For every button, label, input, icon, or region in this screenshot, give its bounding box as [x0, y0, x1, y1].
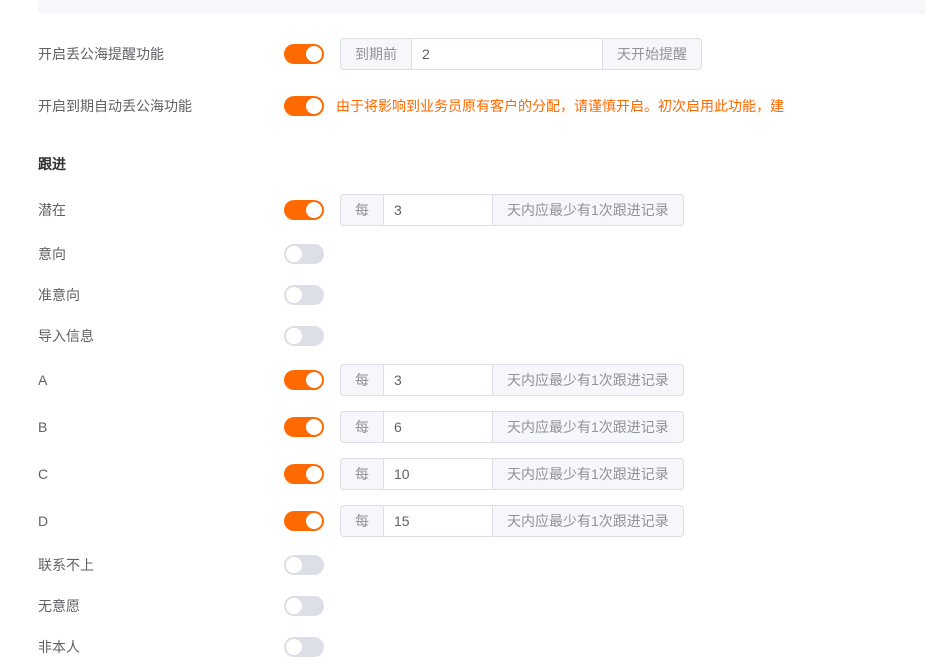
followup-row-label: 准意向 — [38, 285, 284, 305]
followup-row: 导入信息 — [38, 317, 926, 355]
background-panel-fragment — [38, 0, 926, 14]
followup-row-switch[interactable] — [284, 637, 324, 657]
followup-days-input[interactable] — [383, 194, 493, 226]
reminder-input-group: 到期前 天开始提醒 — [340, 38, 702, 70]
followup-input-suffix: 天内应最少有1次跟进记录 — [493, 505, 684, 537]
autodrop-switch[interactable] — [284, 96, 324, 116]
followup-row: D 每 天内应最少有1次跟进记录 — [38, 499, 926, 543]
followup-row-label: A — [38, 372, 284, 388]
followup-row-switch[interactable] — [284, 285, 324, 305]
followup-row: C 每 天内应最少有1次跟进记录 — [38, 452, 926, 496]
followup-row: 联系不上 — [38, 546, 926, 584]
followup-row: B 每 天内应最少有1次跟进记录 — [38, 405, 926, 449]
followup-input-prefix: 每 — [340, 505, 383, 537]
reminder-switch[interactable] — [284, 44, 324, 64]
followup-row-switch[interactable] — [284, 464, 324, 484]
followup-input-group: 每 天内应最少有1次跟进记录 — [340, 194, 684, 226]
followup-input-group: 每 天内应最少有1次跟进记录 — [340, 505, 684, 537]
followup-days-input[interactable] — [383, 505, 493, 537]
followup-input-prefix: 每 — [340, 458, 383, 490]
followup-row-switch[interactable] — [284, 417, 324, 437]
followup-input-suffix: 天内应最少有1次跟进记录 — [493, 364, 684, 396]
followup-row-label: 联系不上 — [38, 555, 284, 575]
followup-days-input[interactable] — [383, 364, 493, 396]
followup-input-prefix: 每 — [340, 194, 383, 226]
followup-input-suffix: 天内应最少有1次跟进记录 — [493, 194, 684, 226]
reminder-row: 开启丢公海提醒功能 到期前 天开始提醒 — [38, 34, 926, 74]
followup-row-switch[interactable] — [284, 596, 324, 616]
followup-row-switch[interactable] — [284, 200, 324, 220]
followup-row: 非本人 — [38, 628, 926, 666]
followup-input-suffix: 天内应最少有1次跟进记录 — [493, 458, 684, 490]
followup-section-title: 跟进 — [38, 154, 926, 174]
reminder-prefix: 到期前 — [340, 38, 411, 70]
followup-input-prefix: 每 — [340, 411, 383, 443]
followup-input-suffix: 天内应最少有1次跟进记录 — [493, 411, 684, 443]
followup-days-input[interactable] — [383, 458, 493, 490]
followup-input-group: 每 天内应最少有1次跟进记录 — [340, 411, 684, 443]
followup-row-label: 无意愿 — [38, 596, 284, 616]
followup-row-switch[interactable] — [284, 511, 324, 531]
followup-input-prefix: 每 — [340, 364, 383, 396]
followup-list: 潜在每天内应最少有1次跟进记录意向准意向导入信息A每天内应最少有1次跟进记录B每… — [38, 188, 926, 666]
followup-row-label: B — [38, 419, 284, 435]
followup-row: A 每 天内应最少有1次跟进记录 — [38, 358, 926, 402]
followup-row-label: 意向 — [38, 244, 284, 264]
reminder-days-input[interactable] — [411, 38, 603, 70]
autodrop-warning: 由于将影响到业务员原有客户的分配，请谨慎开启。初次启用此功能，建 — [336, 96, 784, 116]
reminder-label: 开启丢公海提醒功能 — [38, 44, 284, 64]
followup-row-switch[interactable] — [284, 326, 324, 346]
followup-row-switch[interactable] — [284, 555, 324, 575]
followup-row-switch[interactable] — [284, 370, 324, 390]
followup-row: 准意向 — [38, 276, 926, 314]
followup-input-group: 每 天内应最少有1次跟进记录 — [340, 458, 684, 490]
followup-row-label: 潜在 — [38, 200, 284, 220]
followup-row: 无意愿 — [38, 587, 926, 625]
followup-row-label: 导入信息 — [38, 326, 284, 346]
followup-row: 意向 — [38, 235, 926, 273]
autodrop-label: 开启到期自动丢公海功能 — [38, 96, 284, 116]
followup-row-label: C — [38, 466, 284, 482]
followup-row: 潜在 每 天内应最少有1次跟进记录 — [38, 188, 926, 232]
followup-row-switch[interactable] — [284, 244, 324, 264]
followup-input-group: 每 天内应最少有1次跟进记录 — [340, 364, 684, 396]
reminder-suffix: 天开始提醒 — [603, 38, 702, 70]
followup-row-label: D — [38, 513, 284, 529]
autodrop-row: 开启到期自动丢公海功能 由于将影响到业务员原有客户的分配，请谨慎开启。初次启用此… — [38, 86, 926, 126]
followup-row-label: 非本人 — [38, 637, 284, 657]
followup-days-input[interactable] — [383, 411, 493, 443]
